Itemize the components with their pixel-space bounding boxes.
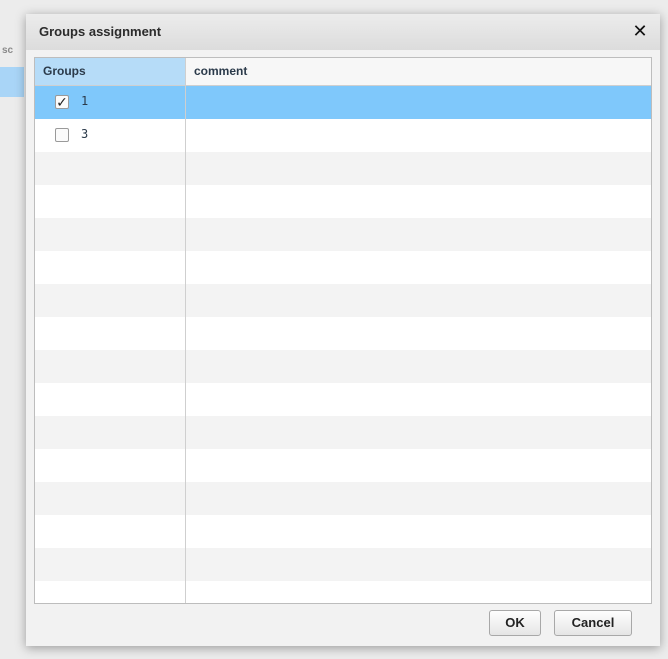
dialog-title-bar[interactable]: Groups assignment ✕ xyxy=(26,14,660,50)
groups-assignment-dialog: Groups assignment ✕ Groups comment ✓ 1 3 O… xyxy=(26,14,660,646)
cancel-button[interactable]: Cancel xyxy=(554,610,632,636)
table-row xyxy=(35,449,651,482)
group-label: 3 xyxy=(81,127,89,141)
table-row xyxy=(35,383,651,416)
column-divider xyxy=(185,58,186,603)
table-row[interactable]: ✓ 1 xyxy=(35,86,651,119)
dialog-title: Groups assignment xyxy=(39,24,162,39)
table-row xyxy=(35,548,651,581)
table-row xyxy=(35,251,651,284)
background-selected-row xyxy=(0,67,24,97)
table-row xyxy=(35,185,651,218)
table-row xyxy=(35,350,651,383)
table-row xyxy=(35,581,651,603)
group-label: 1 xyxy=(81,94,89,108)
group-checkbox[interactable] xyxy=(55,128,69,142)
groups-cell: 3 xyxy=(35,119,185,152)
column-header-comment[interactable]: comment xyxy=(186,58,651,85)
table-row xyxy=(35,284,651,317)
table-row xyxy=(35,515,651,548)
groups-cell: ✓ 1 xyxy=(35,86,185,119)
ok-button[interactable]: OK xyxy=(489,610,541,636)
close-icon[interactable]: ✕ xyxy=(630,20,650,42)
grid-header: Groups comment xyxy=(35,58,651,86)
column-header-groups[interactable]: Groups xyxy=(35,58,186,85)
groups-grid: Groups comment ✓ 1 3 xyxy=(34,57,652,604)
group-checkbox[interactable]: ✓ xyxy=(55,95,69,109)
table-row[interactable]: 3 xyxy=(35,119,651,152)
table-row xyxy=(35,416,651,449)
table-row xyxy=(35,317,651,350)
background-column-fragment: sc xyxy=(2,45,14,56)
table-row xyxy=(35,152,651,185)
table-row xyxy=(35,482,651,515)
table-row xyxy=(35,218,651,251)
